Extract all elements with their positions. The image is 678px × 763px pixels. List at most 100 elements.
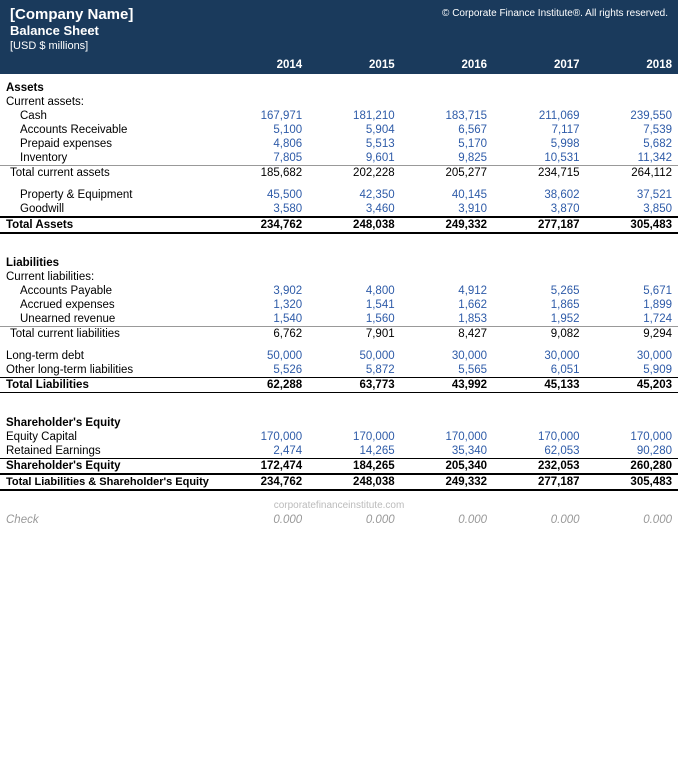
shareholder-equity-row: Shareholder's Equity 172,474 184,265 205… [0,458,678,474]
ur-2016: 1,853 [401,312,493,327]
label-header [0,56,216,74]
year-2015: 2015 [308,56,400,74]
olt-2015: 5,872 [308,363,400,378]
spacer5 [0,393,678,401]
assets-header-row: Assets [0,74,678,95]
total-current-liabilities-row: Total current liabilities 6,762 7,901 8,… [0,327,678,342]
year-2014: 2014 [216,56,308,74]
retained-earnings-row: Retained Earnings 2,474 14,265 35,340 62… [0,444,678,459]
total-liabilities-row: Total Liabilities 62,288 63,773 43,992 4… [0,378,678,393]
pe-2018: 37,521 [586,188,678,202]
equity-capital-row: Equity Capital 170,000 170,000 170,000 1… [0,430,678,444]
accounts-receivable-label: Accounts Receivable [0,123,216,137]
ta-2018: 305,483 [586,217,678,233]
ap-label: Accounts Payable [0,284,216,298]
ur-2017: 1,952 [493,312,585,327]
ae-2017: 1,865 [493,298,585,312]
tcl-2018: 9,294 [586,327,678,342]
ae-2014: 1,320 [216,298,308,312]
total-current-assets-row: Total current assets 185,682 202,228 205… [0,166,678,181]
spacer3 [0,241,678,249]
tcl-2017: 9,082 [493,327,585,342]
olt-2018: 5,909 [586,363,678,378]
tl-2014: 62,288 [216,378,308,393]
ta-2016: 249,332 [401,217,493,233]
cash-row: Cash 167,971 181,210 183,715 211,069 239… [0,109,678,123]
tl-label: Total Liabilities [0,378,216,393]
watermark-row: corporatefinanceinstitute.com [0,498,678,513]
balance-sheet-table: 2014 2015 2016 2017 2018 Assets Current … [0,56,678,527]
ae-2018: 1,899 [586,298,678,312]
spacer7 [0,490,678,498]
year-2018: 2018 [586,56,678,74]
tcl-label: Total current liabilities [0,327,216,342]
tle-label: Total Liabilities & Shareholder's Equity [0,474,216,490]
equity-header: Shareholder's Equity [0,409,678,430]
ltd-label: Long-term debt [0,349,216,363]
tl-2017: 45,133 [493,378,585,393]
cash-2014: 167,971 [216,109,308,123]
cash-2018: 239,550 [586,109,678,123]
check-2015: 0.000 [308,513,400,527]
ltd-2016: 30,000 [401,349,493,363]
inventory-label: Inventory [0,151,216,166]
header: [Company Name] Balance Sheet [USD $ mill… [0,0,678,56]
olt-2014: 5,526 [216,363,308,378]
unearned-label: Unearned revenue [0,312,216,327]
liabilities-header: Liabilities [0,249,678,270]
cash-2015: 181,210 [308,109,400,123]
ltd-2014: 50,000 [216,349,308,363]
tca-2017: 234,715 [493,166,585,181]
pe-2017: 38,602 [493,188,585,202]
currency-label: [USD $ millions] [10,40,133,52]
ec-2015: 170,000 [308,430,400,444]
spacer2 [0,233,678,241]
tle-2017: 277,187 [493,474,585,490]
property-label: Property & Equipment [0,188,216,202]
se-2018: 260,280 [586,458,678,474]
tca-2014: 185,682 [216,166,308,181]
accounts-receivable-row: Accounts Receivable 5,100 5,904 6,567 7,… [0,123,678,137]
sheet-title: Balance Sheet [10,23,133,38]
se-2017: 232,053 [493,458,585,474]
tl-2015: 63,773 [308,378,400,393]
tle-2018: 305,483 [586,474,678,490]
ltd-2015: 50,000 [308,349,400,363]
inventory-2016: 9,825 [401,151,493,166]
tle-2016: 249,332 [401,474,493,490]
goodwill-2016: 3,910 [401,202,493,217]
ur-2014: 1,540 [216,312,308,327]
check-2014: 0.000 [216,513,308,527]
ap-2014: 3,902 [216,284,308,298]
prepaid-2017: 5,998 [493,137,585,151]
ec-2016: 170,000 [401,430,493,444]
cash-label: Cash [0,109,216,123]
re-2018: 90,280 [586,444,678,459]
pe-2016: 40,145 [401,188,493,202]
re-2017: 62,053 [493,444,585,459]
cash-2017: 211,069 [493,109,585,123]
current-assets-header-row: Current assets: [0,95,678,109]
assets-header: Assets [0,74,678,95]
ec-2018: 170,000 [586,430,678,444]
ap-2018: 5,671 [586,284,678,298]
liabilities-header-row: Liabilities [0,249,678,270]
property-row: Property & Equipment 45,500 42,350 40,14… [0,188,678,202]
goodwill-row: Goodwill 3,580 3,460 3,910 3,870 3,850 [0,202,678,217]
ur-2015: 1,560 [308,312,400,327]
re-2014: 2,474 [216,444,308,459]
year-header-row: 2014 2015 2016 2017 2018 [0,56,678,74]
check-2018: 0.000 [586,513,678,527]
tcl-2015: 7,901 [308,327,400,342]
accrued-label: Accrued expenses [0,298,216,312]
company-name: [Company Name] [10,6,133,23]
re-2016: 35,340 [401,444,493,459]
tca-2015: 202,228 [308,166,400,181]
tcl-2016: 8,427 [401,327,493,342]
ur-2018: 1,724 [586,312,678,327]
olt-label: Other long-term liabilities [0,363,216,378]
total-assets-row: Total Assets 234,762 248,038 249,332 277… [0,217,678,233]
ar-2016: 6,567 [401,123,493,137]
ta-2014: 234,762 [216,217,308,233]
equity-header-row: Shareholder's Equity [0,409,678,430]
